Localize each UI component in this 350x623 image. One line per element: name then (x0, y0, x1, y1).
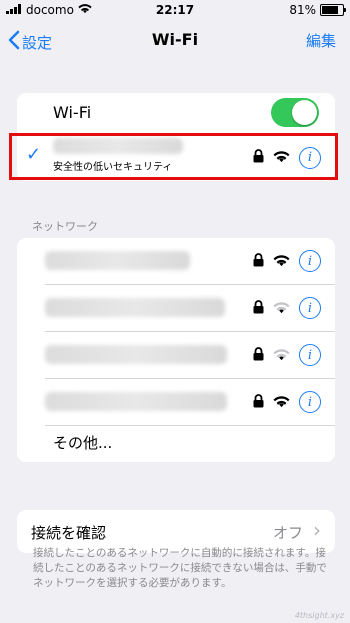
page-title: Wi-Fi (151, 30, 199, 49)
ask-to-join-footer: 接続したことのあるネットワークに自動的に接続されます。接続したことのあるネットワ… (33, 547, 327, 589)
status-bar: docomo 22:17 81% (0, 0, 350, 22)
ask-to-join-value: オフ (272, 524, 303, 542)
chevron-right-icon: › (313, 518, 321, 542)
wifi-icon (273, 393, 290, 412)
wifi-icon (273, 252, 290, 271)
network-icons: i (253, 332, 321, 378)
lock-icon (253, 299, 264, 318)
network-icons: i (253, 285, 321, 331)
wifi-toggle-row: Wi-Fi (17, 93, 335, 133)
highlight-box (9, 133, 338, 180)
edit-button[interactable]: 編集 (306, 30, 336, 51)
navigation-bar: 設定 Wi-Fi 編集 (0, 22, 350, 60)
info-icon[interactable]: i (299, 391, 321, 413)
toggle-knob (292, 100, 317, 125)
info-icon[interactable]: i (299, 297, 321, 319)
network-row[interactable]: i (17, 379, 335, 425)
network-row[interactable]: i (17, 238, 335, 284)
info-icon[interactable]: i (299, 344, 321, 366)
network-name-blurred (45, 298, 225, 317)
networks-card: i i i i その他... (17, 238, 335, 462)
lock-icon (253, 252, 264, 271)
lock-icon (253, 393, 264, 412)
battery-percent: 81% (289, 3, 316, 17)
watermark: 4thsight.xyz (294, 611, 344, 620)
network-row[interactable]: i (17, 285, 335, 331)
ask-to-join-label: 接続を確認 (31, 524, 107, 542)
battery-group: 81% (289, 3, 346, 17)
other-network-label: その他... (53, 434, 113, 452)
other-network-row[interactable]: その他... (17, 426, 335, 462)
network-icons: i (253, 379, 321, 425)
wifi-icon (273, 299, 290, 318)
network-name-blurred (45, 345, 227, 364)
lock-icon (253, 346, 264, 365)
network-name-blurred (45, 392, 227, 411)
wifi-toggle[interactable] (271, 98, 319, 127)
networks-header: ネットワーク (32, 220, 98, 233)
network-row[interactable]: i (17, 332, 335, 378)
wifi-label: Wi-Fi (53, 103, 92, 122)
network-name-blurred (45, 251, 190, 270)
wifi-icon (273, 346, 290, 365)
network-icons: i (253, 238, 321, 284)
info-icon[interactable]: i (299, 250, 321, 272)
battery-icon (320, 4, 346, 16)
